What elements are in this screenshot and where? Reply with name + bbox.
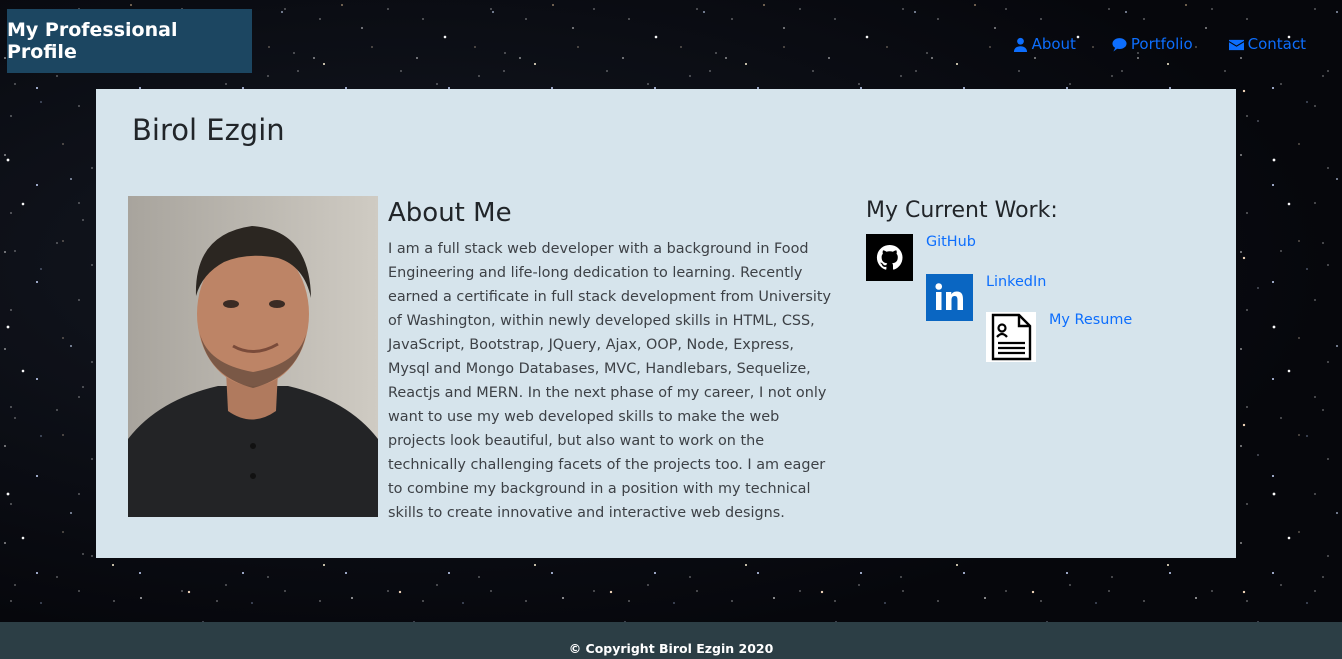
profile-name: Birol Ezgin <box>132 113 285 147</box>
linkedin-icon[interactable] <box>926 274 973 321</box>
nav-about-label: About <box>1031 35 1076 53</box>
github-link[interactable]: GitHub <box>926 234 976 250</box>
nav-portfolio-label: Portfolio <box>1130 35 1193 53</box>
profile-card: Birol Ezgin About Me I am a full stack w… <box>96 89 1236 558</box>
resume-icon[interactable] <box>986 312 1036 362</box>
footer: © Copyright Birol Ezgin 2020 <box>0 622 1342 659</box>
profile-photo <box>128 196 378 517</box>
user-icon <box>1013 37 1027 52</box>
about-title: About Me <box>388 198 512 228</box>
top-nav: About Portfolio Contact <box>1013 35 1306 53</box>
linkedin-link[interactable]: LinkedIn <box>986 274 1046 290</box>
copyright-text: © Copyright Birol Ezgin 2020 <box>568 641 774 656</box>
nav-contact-label: Contact <box>1247 35 1306 53</box>
github-icon[interactable] <box>866 234 913 281</box>
work-title: My Current Work: <box>866 198 1058 223</box>
resume-link[interactable]: My Resume <box>1049 312 1132 328</box>
nav-portfolio-link[interactable]: Portfolio <box>1112 35 1193 53</box>
comment-icon <box>1112 37 1127 52</box>
about-text: I am a full stack web developer with a b… <box>388 241 831 521</box>
nav-about-link[interactable]: About <box>1013 35 1076 53</box>
nav-contact-link[interactable]: Contact <box>1228 35 1306 53</box>
envelope-icon <box>1228 39 1244 50</box>
brand-title[interactable]: My Professional Profile <box>7 9 252 73</box>
work-item-resume: My Resume <box>986 312 1132 362</box>
